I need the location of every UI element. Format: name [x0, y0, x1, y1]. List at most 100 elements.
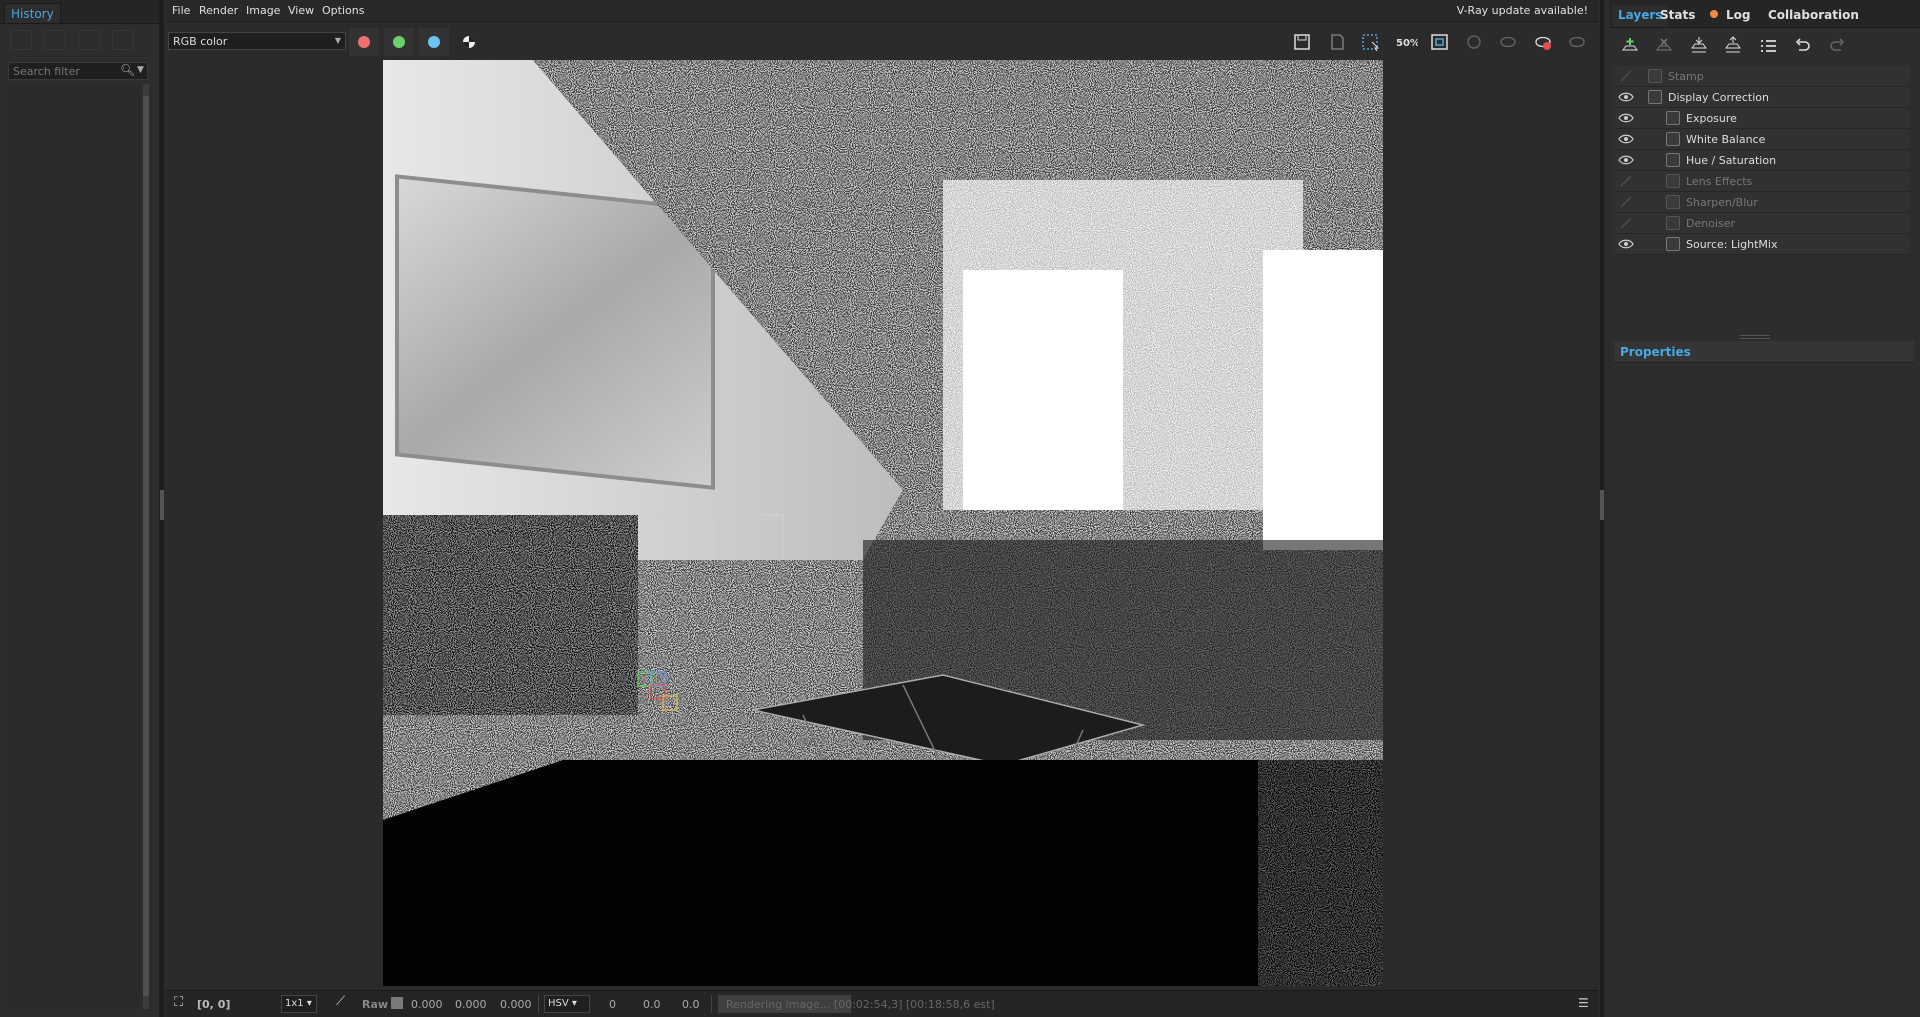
layer-row[interactable]: Source: LightMix	[1614, 234, 1910, 255]
log-alert-icon	[1710, 10, 1718, 18]
menu-view[interactable]: View	[288, 4, 314, 17]
menu-file[interactable]: File	[172, 4, 190, 17]
eye-icon[interactable]	[1618, 132, 1634, 146]
frame-buffer-toolbar: RGB color ▼ 50%	[166, 26, 1598, 58]
zoom-ratio-value: 1x1	[285, 998, 304, 1009]
rendered-image[interactable]	[383, 60, 1383, 986]
lock-resolution-icon[interactable]	[1427, 30, 1453, 54]
red-channel-button[interactable]	[349, 28, 379, 56]
pick-pixel-icon[interactable]: ⛶	[174, 995, 183, 1010]
render-icon[interactable]	[1564, 30, 1590, 54]
load-layers-icon[interactable]	[1721, 34, 1747, 58]
scrollbar-thumb[interactable]	[143, 96, 149, 996]
layer-name: Source: LightMix	[1686, 238, 1778, 251]
chevron-down-icon[interactable]: ▼	[137, 65, 144, 75]
eye-icon[interactable]	[1618, 90, 1634, 104]
green-channel-button[interactable]	[384, 28, 414, 56]
layer-name: Lens Effects	[1686, 175, 1753, 188]
tab-log[interactable]: Log	[1720, 5, 1756, 27]
channel-value: RGB color	[173, 35, 228, 48]
layer-row[interactable]: Lens Effects	[1614, 171, 1910, 192]
clear-image-icon[interactable]	[1324, 30, 1350, 54]
white-balance-icon	[1666, 132, 1680, 146]
undo-icon[interactable]	[1790, 34, 1816, 58]
splitter-grip[interactable]	[1600, 490, 1604, 520]
splitter-grip[interactable]	[160, 490, 164, 520]
progress-text: Rendering image... [00:02:54,3] [00:18:5…	[726, 998, 995, 1011]
tab-history[interactable]: History	[4, 3, 61, 23]
layers-toolbar	[1610, 32, 1920, 62]
create-layer-icon[interactable]	[1618, 34, 1644, 58]
eye-icon[interactable]	[1618, 153, 1634, 167]
eye-off-icon[interactable]	[1618, 174, 1634, 188]
layer-name: Denoiser	[1686, 217, 1736, 230]
layer-name: White Balance	[1686, 133, 1766, 146]
follow-mouse-icon[interactable]	[1461, 30, 1487, 54]
panel-splitter[interactable]	[1740, 335, 1770, 339]
contrast-icon	[463, 36, 475, 48]
layer-row[interactable]: Exposure	[1614, 108, 1910, 129]
layer-row[interactable]: Display Correction	[1614, 87, 1910, 108]
layer-tree: Stamp Display Correction Exposure White Bal…	[1614, 66, 1910, 255]
save-icon[interactable]	[1289, 30, 1315, 54]
menu-options[interactable]: Options	[322, 4, 364, 17]
tab-stats[interactable]: Stats	[1654, 5, 1701, 27]
eye-off-icon[interactable]	[1618, 69, 1634, 83]
redo-icon[interactable]	[1824, 34, 1850, 58]
log-toggle-icon[interactable]: ☰	[1578, 996, 1589, 1010]
layer-row[interactable]: Sharpen/Blur	[1614, 192, 1910, 213]
history-scrollbar[interactable]	[143, 84, 149, 1009]
test-resolution-icon[interactable]: 50%	[1392, 30, 1420, 54]
layer-row[interactable]: White Balance	[1614, 129, 1910, 150]
eye-icon[interactable]	[1618, 111, 1634, 125]
channel-select[interactable]: RGB color ▼	[168, 32, 346, 50]
region-render-icon[interactable]	[1358, 30, 1384, 54]
color-mode-select[interactable]: HSV ▾	[544, 995, 590, 1013]
eye-off-icon[interactable]	[1618, 195, 1634, 209]
right-splitter[interactable]	[1600, 0, 1604, 1017]
stamp-icon	[1648, 69, 1662, 83]
r-value: 0.000	[411, 998, 443, 1011]
render-interactive-icon[interactable]	[1495, 30, 1521, 54]
zoom-ratio-select[interactable]: 1x1 ▾	[281, 995, 317, 1013]
menu-render[interactable]: Render	[199, 4, 238, 17]
layer-name: Display Correction	[1668, 91, 1769, 104]
stop-render-icon[interactable]	[1530, 30, 1556, 54]
mono-channel-button[interactable]	[454, 28, 484, 56]
color-mode-value: HSV	[548, 998, 569, 1009]
layer-presets-icon[interactable]	[1756, 34, 1782, 58]
eye-icon[interactable]	[1618, 237, 1634, 251]
tab-collaboration[interactable]: Collaboration	[1762, 5, 1865, 27]
history-search-input[interactable]: Search filter 🔍︎ ▼	[8, 62, 148, 80]
history-remove-icon[interactable]	[112, 30, 134, 50]
history-list[interactable]	[8, 84, 140, 1009]
blue-channel-button[interactable]	[419, 28, 449, 56]
search-icon[interactable]: 🔍︎	[120, 63, 135, 77]
left-splitter[interactable]	[160, 0, 164, 1017]
render-viewport[interactable]	[383, 60, 1383, 986]
svg-text:50%: 50%	[1396, 38, 1418, 49]
green-dot-icon	[393, 36, 405, 48]
layer-row[interactable]: Stamp	[1614, 66, 1910, 87]
eye-off-icon[interactable]	[1618, 216, 1634, 230]
properties-title: Properties	[1620, 345, 1691, 359]
delete-layer-icon[interactable]	[1652, 34, 1678, 58]
history-compare-icon[interactable]	[44, 30, 66, 50]
exposure-icon	[1666, 111, 1680, 125]
history-save-icon[interactable]	[10, 30, 32, 50]
search-placeholder: Search filter	[13, 65, 80, 78]
layer-row[interactable]: Denoiser	[1614, 213, 1910, 234]
h-value: 0	[609, 998, 616, 1011]
layer-row[interactable]: Hue / Saturation	[1614, 150, 1910, 171]
chevron-down-icon: ▼	[334, 36, 341, 45]
color-picker-icon[interactable]: ⟋	[336, 994, 345, 1009]
denoiser-icon	[1666, 216, 1680, 230]
history-load-icon[interactable]	[78, 30, 100, 50]
layers-tabbar: Layers Stats Log Collaboration	[1610, 0, 1920, 28]
update-notice[interactable]: V-Ray update available!	[1457, 4, 1588, 17]
save-layers-icon[interactable]	[1687, 34, 1713, 58]
properties-header: Properties	[1614, 341, 1914, 363]
menu-image[interactable]: Image	[246, 4, 280, 17]
render-progress: Rendering image... [00:02:54,3] [00:18:5…	[718, 995, 995, 1013]
sharpen-icon	[1666, 195, 1680, 209]
